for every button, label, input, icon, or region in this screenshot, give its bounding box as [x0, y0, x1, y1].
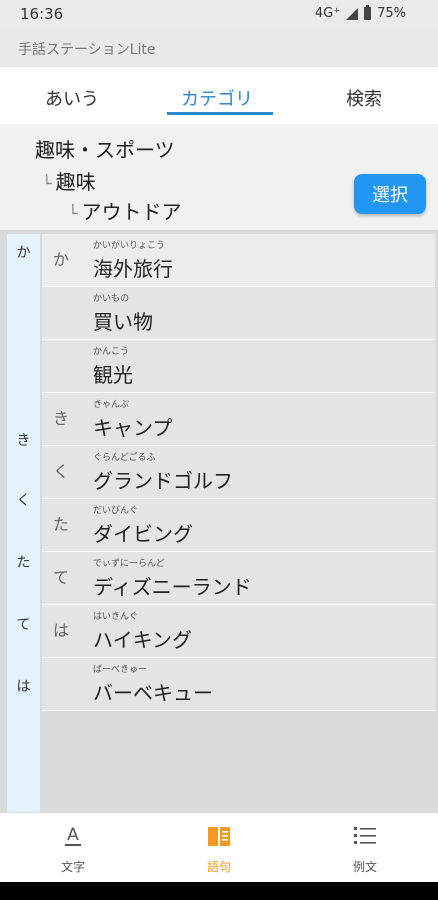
- breadcrumb-level3: アウトドア: [81, 200, 182, 224]
- word-reading: ぐらんどごるふ: [93, 453, 156, 463]
- tab-aiu[interactable]: あいう: [45, 85, 99, 111]
- row-initial: は: [53, 621, 70, 640]
- word-text: ディズニーランド: [93, 575, 252, 599]
- word-row[interactable]: かんこう 観光: [42, 340, 435, 393]
- system-nav-bar: [0, 882, 438, 900]
- text-icon: A: [65, 825, 81, 846]
- word-reading: ばーべきゅー: [93, 665, 148, 675]
- status-time: 16:36: [20, 5, 64, 23]
- word-text: バーベキュー: [93, 681, 213, 705]
- word-row[interactable]: た だいびんぐ ダイビング: [42, 499, 435, 552]
- select-button[interactable]: 選択: [354, 174, 426, 214]
- book-icon: [208, 827, 230, 846]
- tree-branch-icon: └: [42, 174, 52, 193]
- tab-category[interactable]: カテゴリ: [181, 85, 253, 111]
- word-reading: きゃんぷ: [93, 400, 130, 410]
- word-row[interactable]: ばーべきゅー バーベキュー: [42, 658, 435, 711]
- bottom-navigation: A 文字 語句 例文: [0, 812, 438, 883]
- word-reading: だいびんぐ: [93, 506, 139, 516]
- word-row[interactable]: て でぃずにーらんど ディズニーランド: [42, 552, 435, 605]
- battery-icon: [364, 5, 372, 20]
- nav-label: 語句: [206, 860, 231, 874]
- breadcrumb-level1: 趣味・スポーツ: [35, 138, 175, 162]
- breadcrumb-level2-row: └ 趣味: [42, 166, 96, 195]
- tab-bar: あいう カテゴリ 検索: [0, 67, 438, 125]
- nav-goku[interactable]: 語句: [146, 813, 292, 883]
- word-reading: かいがいりょこう: [93, 241, 166, 251]
- index-letter-ka[interactable]: か: [7, 242, 40, 262]
- word-reading: かんこう: [93, 347, 130, 357]
- breadcrumb-level3-row: └ アウトドア: [68, 196, 182, 225]
- word-text: グランドゴルフ: [93, 469, 233, 493]
- word-reading: かいもの: [93, 294, 130, 304]
- status-icons: 4G⁺ 75%: [314, 5, 406, 21]
- row-initial: た: [53, 515, 70, 534]
- index-letter-ki[interactable]: き: [7, 430, 40, 450]
- signal-icon: [346, 7, 359, 20]
- nav-label: 文字: [60, 860, 85, 874]
- word-row[interactable]: かいもの 買い物: [42, 287, 435, 340]
- index-bar[interactable]: か き く た て は: [7, 234, 40, 812]
- row-initial: き: [53, 409, 70, 428]
- word-reading: でぃずにーらんど: [93, 559, 165, 569]
- word-text: 観光: [93, 363, 133, 387]
- word-row[interactable]: き きゃんぷ キャンプ: [42, 393, 435, 446]
- index-letter-ha[interactable]: は: [7, 676, 40, 696]
- word-reading: はいきんぐ: [93, 612, 139, 622]
- nav-moji[interactable]: A 文字: [0, 813, 146, 883]
- word-text: ダイビング: [93, 522, 193, 546]
- word-text: キャンプ: [93, 416, 173, 440]
- index-letter-ta[interactable]: た: [7, 552, 40, 572]
- battery-percent: 75%: [377, 6, 406, 21]
- word-row[interactable]: は はいきんぐ ハイキング: [42, 605, 435, 658]
- word-row[interactable]: く ぐらんどごるふ グランドゴルフ: [42, 446, 435, 499]
- nav-reibun[interactable]: 例文: [292, 813, 438, 883]
- word-text: 買い物: [93, 310, 153, 334]
- tab-indicator: [167, 112, 273, 115]
- word-text: ハイキング: [93, 628, 192, 652]
- nav-label: 例文: [352, 860, 377, 874]
- network-label: 4G⁺: [314, 6, 341, 21]
- word-list: か かいがいりょこう 海外旅行 かいもの 買い物 かんこう 観光 き きゃんぷ …: [42, 234, 435, 711]
- breadcrumb-level2: 趣味: [55, 170, 96, 194]
- index-letter-ku[interactable]: く: [7, 490, 40, 510]
- app-bar: 手話ステーションLite: [0, 27, 438, 67]
- row-initial: て: [53, 568, 70, 587]
- row-initial: か: [53, 250, 70, 269]
- word-list-area: か き く た て は か かいがいりょこう 海外旅行 かいもの 買い物 かんこ…: [0, 230, 438, 812]
- app-title: 手話ステーションLite: [18, 42, 156, 58]
- status-bar: 16:36 4G⁺ 75%: [0, 0, 438, 27]
- svg-text:A: A: [67, 825, 79, 845]
- row-initial: く: [53, 462, 70, 481]
- list-icon: [354, 827, 376, 844]
- tree-branch-icon: └: [68, 204, 78, 223]
- word-row[interactable]: か かいがいりょこう 海外旅行: [42, 234, 435, 287]
- word-text: 海外旅行: [93, 257, 173, 281]
- tab-search[interactable]: 検索: [346, 85, 382, 111]
- index-letter-te[interactable]: て: [7, 614, 40, 634]
